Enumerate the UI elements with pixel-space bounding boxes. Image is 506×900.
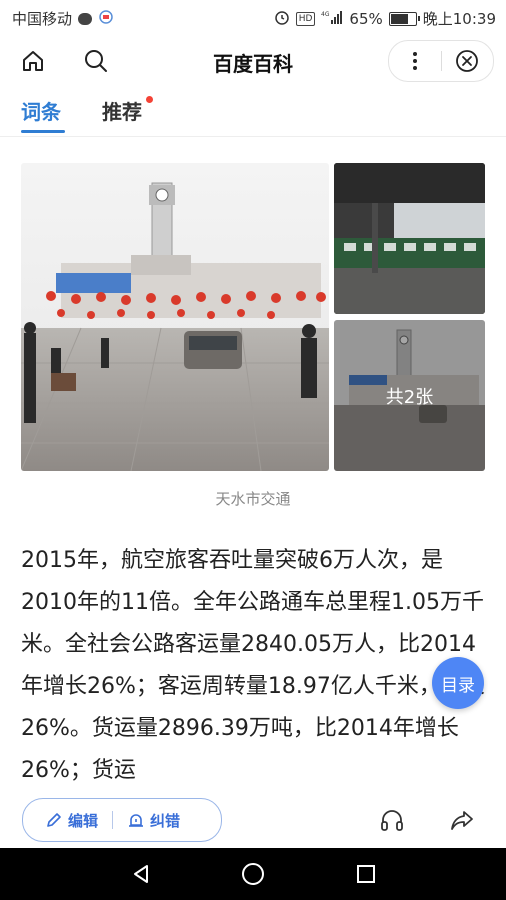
toc-button[interactable]: 目录: [432, 657, 484, 709]
home-nav-button[interactable]: [239, 860, 267, 888]
back-button[interactable]: [127, 860, 155, 888]
notification-dot: [146, 96, 153, 103]
close-button[interactable]: [441, 41, 493, 81]
pencil-icon: [47, 813, 61, 827]
recents-square-icon: [357, 865, 375, 883]
svg-text:4G: 4G: [321, 11, 330, 18]
carrier-label: 中国移动: [12, 10, 73, 28]
gallery-caption: 天水市交通: [215, 490, 291, 508]
battery-percent: 65%: [349, 9, 383, 28]
chat-bubble-icon: [78, 12, 93, 25]
system-nav-bar: [0, 848, 506, 900]
app-notification-icon: [98, 9, 114, 28]
platform-photo: [334, 163, 485, 314]
alarm-icon: [274, 9, 290, 29]
miniapp-capsule: [388, 40, 494, 82]
hd-badge: HD: [295, 11, 316, 26]
listen-button[interactable]: [378, 806, 406, 834]
correct-label: 纠错: [150, 811, 181, 830]
more-button[interactable]: [389, 41, 441, 81]
article-body: 2015年，航空旅客吞吐量突破6万人次，是2010年的11倍。全年公路通车总里程…: [21, 548, 485, 783]
signal-icon: 4G: [321, 10, 343, 28]
clock: 晚上10:39: [422, 10, 496, 28]
share-icon: [451, 811, 473, 830]
battery-level: [390, 13, 408, 24]
tab-bar: 词条 推荐: [0, 90, 506, 137]
image-count-overlay: 共2张: [334, 320, 485, 471]
correct-button[interactable]: 纠错: [127, 810, 180, 831]
gallery-main-image[interactable]: [21, 163, 329, 471]
pill-divider: [112, 811, 114, 829]
tab-recommend[interactable]: 推荐: [102, 96, 142, 125]
battery-icon: [388, 11, 420, 26]
active-tab-indicator: [21, 130, 65, 133]
alarm-bell-icon: [129, 814, 144, 827]
home-circle-icon: [242, 863, 264, 885]
recents-button[interactable]: [352, 860, 380, 888]
train-station-photo: [21, 163, 329, 471]
share-button[interactable]: [448, 806, 476, 834]
back-triangle-icon: [134, 865, 148, 883]
headphones-icon: [381, 810, 403, 831]
edit-label: 编辑: [68, 811, 99, 830]
bottom-toolbar: 编辑 纠错: [0, 790, 506, 848]
status-bar: 中国移动 HD 4G 65% 晚上10:39: [0, 0, 506, 34]
gallery-thumb-more[interactable]: 共2张: [334, 320, 485, 471]
tab-entry[interactable]: 词条: [21, 96, 61, 125]
edit-button[interactable]: 编辑: [45, 810, 98, 831]
app-header: 百度百科: [0, 34, 506, 90]
more-dots-icon: [412, 52, 417, 70]
close-icon: [456, 50, 479, 72]
edit-correct-pill: 编辑 纠错: [22, 798, 222, 842]
gallery-thumb-platform[interactable]: [334, 163, 485, 314]
